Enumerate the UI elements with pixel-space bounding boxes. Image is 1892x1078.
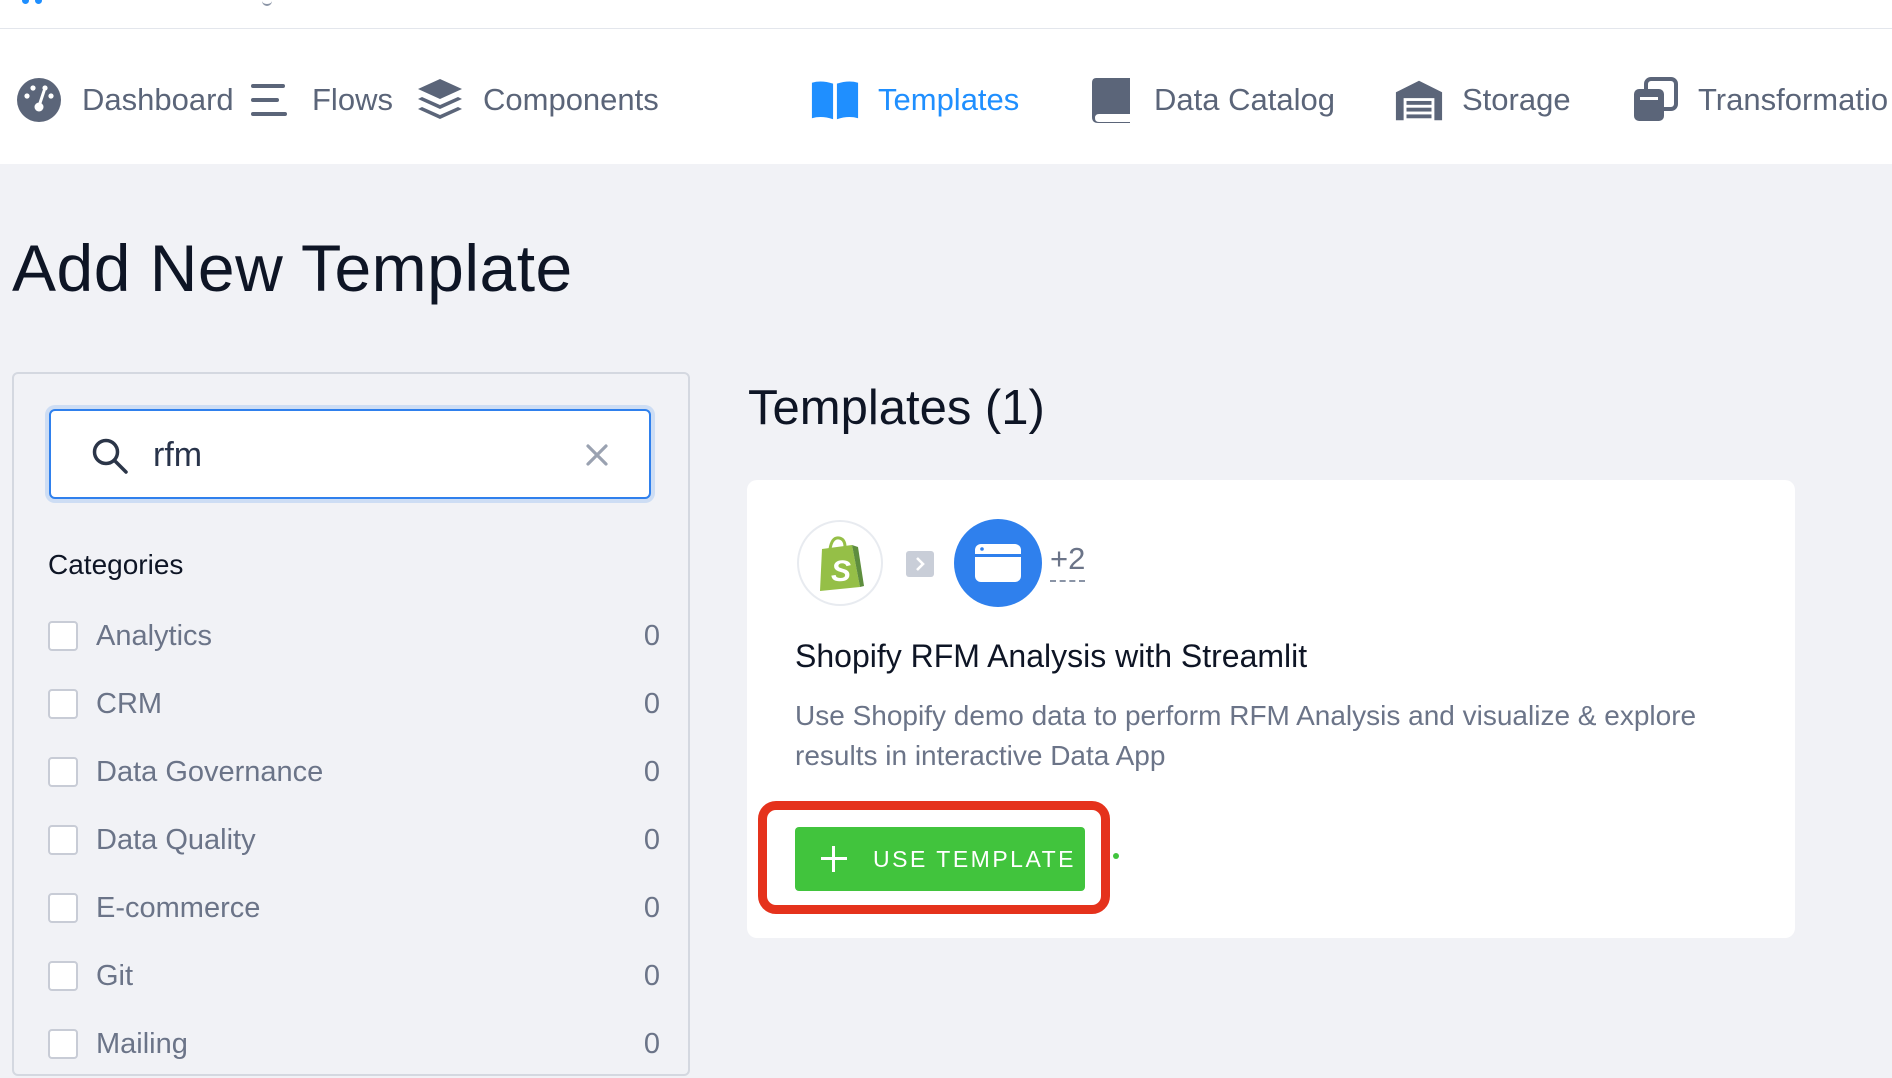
- category-count: 0: [643, 619, 660, 652]
- top-header-strip: [0, 0, 1892, 29]
- close-icon[interactable]: [579, 437, 615, 473]
- categories-title: Categories: [48, 549, 184, 580]
- nav-label: Dashboard: [82, 82, 234, 117]
- category-label: Mailing: [96, 1027, 188, 1060]
- nav-item-templates[interactable]: Templates: [810, 75, 1019, 125]
- use-template-button[interactable]: USE TEMPLATE: [795, 827, 1085, 891]
- category-list: Analytics 0 CRM 0 Data Governance 0 Data…: [48, 602, 668, 1078]
- category-label: Data Quality: [96, 823, 256, 856]
- template-description: Use Shopify demo data to perform RFM Ana…: [795, 700, 1697, 771]
- warehouse-icon: [1394, 75, 1444, 125]
- category-checkbox[interactable]: [48, 1029, 78, 1059]
- nav-label: Templates: [878, 82, 1020, 117]
- main-nav: Dashboard Flows Components Templates Dat…: [0, 29, 1892, 164]
- nav-item-dashboard[interactable]: Dashboard: [14, 75, 234, 125]
- nav-item-flows[interactable]: Flows: [244, 75, 393, 125]
- category-item-data-governance[interactable]: Data Governance 0: [48, 738, 668, 806]
- header-fragment: [262, 0, 272, 6]
- category-checkbox[interactable]: [48, 825, 78, 855]
- nav-label: Flows: [312, 82, 393, 117]
- category-count: 0: [643, 823, 660, 856]
- category-checkbox[interactable]: [48, 757, 78, 787]
- category-checkbox[interactable]: [48, 621, 78, 651]
- book-icon: [810, 75, 860, 125]
- page-title: Add New Template: [12, 231, 573, 305]
- filter-panel: Categories Analytics 0 CRM 0 Data Govern…: [12, 372, 690, 1076]
- nav-item-components[interactable]: Components: [415, 75, 659, 125]
- arrow-right-icon: [906, 551, 934, 577]
- category-label: Data Governance: [96, 755, 324, 788]
- nav-label: Components: [483, 82, 659, 117]
- category-count: 0: [643, 687, 660, 720]
- category-item-mailing[interactable]: Mailing 0: [48, 1010, 668, 1078]
- category-item-e-commerce[interactable]: E-commerce 0: [48, 874, 668, 942]
- dashboard-icon: [14, 75, 64, 125]
- plus-icon: [819, 844, 849, 874]
- results-title: Templates (1): [748, 381, 1045, 435]
- category-label: Analytics: [96, 619, 213, 652]
- template-card[interactable]: S +2 Shopify RFM Analysis with Streamlit…: [747, 480, 1795, 938]
- category-label: Git: [96, 959, 134, 992]
- shopify-logo-icon: S: [797, 520, 883, 606]
- catalog-book-icon: [1086, 75, 1136, 125]
- category-count: 0: [643, 755, 660, 788]
- brand-logo-icon[interactable]: [22, 0, 52, 6]
- category-count: 0: [643, 1027, 660, 1060]
- category-count: 0: [643, 959, 660, 992]
- nav-item-storage[interactable]: Storage: [1394, 75, 1571, 125]
- layers-icon: [415, 75, 465, 125]
- category-item-data-quality[interactable]: Data Quality 0: [48, 806, 668, 874]
- category-item-analytics[interactable]: Analytics 0: [48, 602, 668, 670]
- extra-components-count[interactable]: +2: [1050, 542, 1086, 582]
- flows-icon: [244, 75, 294, 125]
- category-label: CRM: [96, 687, 163, 720]
- nav-label: Transformatio: [1698, 82, 1889, 117]
- category-checkbox[interactable]: [48, 961, 78, 991]
- category-label: E-commerce: [96, 891, 261, 924]
- search-input[interactable]: [151, 425, 595, 485]
- nav-label: Storage: [1462, 82, 1571, 117]
- data-app-icon: [954, 519, 1042, 607]
- nav-item-transformations[interactable]: Transformatio: [1630, 75, 1888, 125]
- template-name: Shopify RFM Analysis with Streamlit: [795, 638, 1308, 674]
- category-count: 0: [643, 891, 660, 924]
- status-dot: [1113, 853, 1119, 859]
- category-item-git[interactable]: Git 0: [48, 942, 668, 1010]
- category-checkbox[interactable]: [48, 893, 78, 923]
- nav-label: Data Catalog: [1154, 82, 1335, 117]
- category-checkbox[interactable]: [48, 689, 78, 719]
- search-icon: [92, 438, 128, 474]
- search-field[interactable]: [49, 409, 651, 499]
- nav-item-data-catalog[interactable]: Data Catalog: [1086, 75, 1335, 125]
- svg-text:S: S: [831, 555, 851, 588]
- transformations-icon: [1630, 75, 1680, 125]
- use-template-label: USE TEMPLATE: [873, 845, 1076, 872]
- category-item-crm[interactable]: CRM 0: [48, 670, 668, 738]
